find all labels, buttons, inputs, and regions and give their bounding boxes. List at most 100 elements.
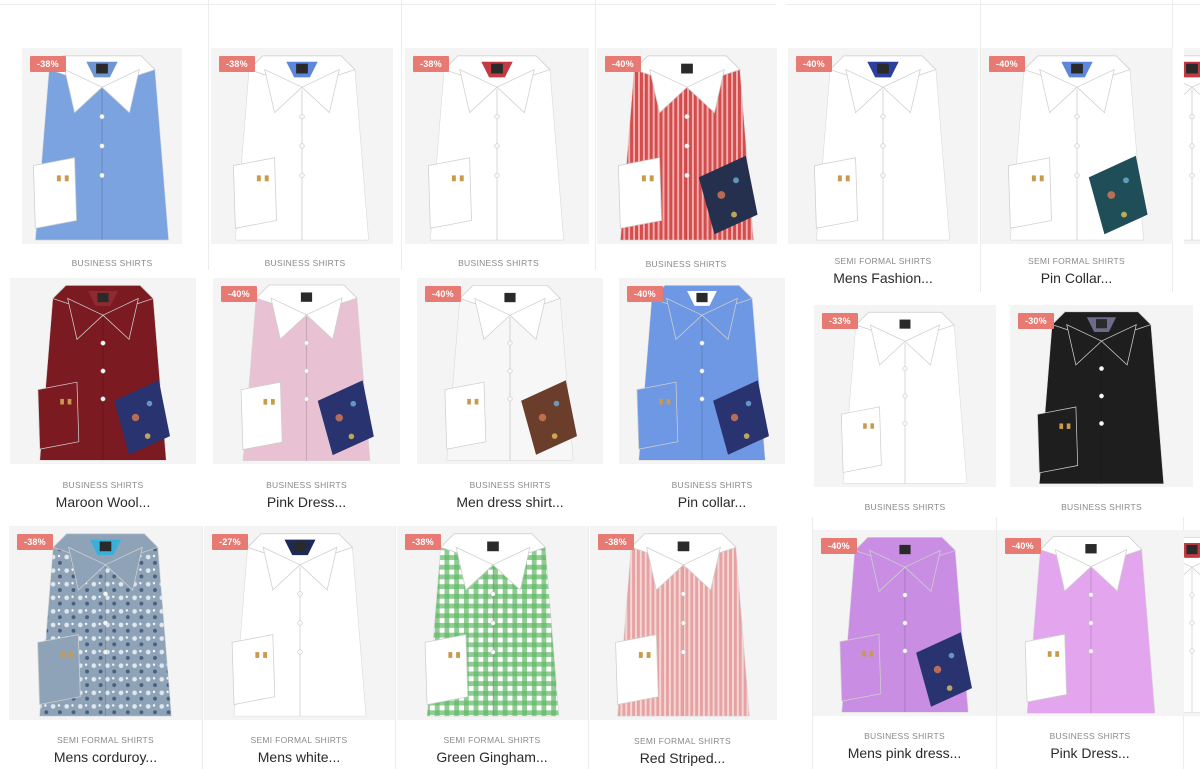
product-image[interactable]: -40% [619, 278, 785, 464]
product-category[interactable]: SEMI FORMAL SHIRTS [786, 256, 980, 266]
product-image[interactable]: -40% [213, 278, 400, 464]
product-category[interactable]: BUSINESS SHIRTS [213, 480, 400, 490]
shirt-illustration [37, 533, 172, 717]
discount-badge: -33% [822, 313, 858, 329]
product-card[interactable]: -38% SEMI FORMAL SHIRTS Red Striped... [588, 526, 777, 769]
product-category[interactable]: BUSINESS SHIRTS [813, 731, 996, 741]
product-category[interactable]: BUSINESS SHIRTS [209, 258, 401, 268]
shirt-illustration [32, 55, 169, 241]
product-image[interactable]: -27% [204, 526, 396, 720]
product-category[interactable]: BUSINESS SHIRTS [402, 258, 595, 268]
product-image[interactable]: -40% [597, 48, 777, 244]
product-card[interactable]: BUSINESS SHIRTS Maroon Wool... [10, 278, 196, 514]
product-category[interactable]: SEMI FORMAL SHIRTS [396, 735, 588, 745]
product-name[interactable]: Mens white... [203, 749, 395, 765]
product-card[interactable]: -40% BUSINESS SHIRTS Mens pink dress... [812, 517, 997, 769]
product-category[interactable]: BUSINESS SHIRTS [814, 502, 996, 512]
shirt-illustration [240, 284, 374, 462]
product-category[interactable]: SEMI FORMAL SHIRTS [589, 736, 776, 746]
discount-badge: -40% [796, 56, 832, 72]
discount-badge: -40% [821, 538, 857, 554]
product-name[interactable]: Pink Dress... [997, 745, 1183, 761]
product-image[interactable]: -40% [981, 48, 1173, 244]
discount-badge: -40% [1005, 538, 1041, 554]
shirt-illustration [232, 55, 369, 241]
product-image[interactable]: -33% [814, 305, 996, 487]
product-image[interactable]: -38% [211, 48, 393, 244]
shirt-illustration [839, 537, 972, 713]
product-card[interactable]: -38% BUSINESS SHIRTS [208, 0, 401, 270]
product-image[interactable]: -38% [9, 526, 202, 720]
discount-badge: -40% [221, 286, 257, 302]
product-card[interactable]: -30% BUSINESS SHIRTS [1010, 305, 1193, 515]
product-image[interactable]: -38% [397, 526, 589, 720]
product-name[interactable]: Maroon Wool... [10, 494, 196, 510]
product-image[interactable]: -30% [1010, 305, 1193, 487]
product-name[interactable]: Green Gingham... [396, 749, 588, 765]
product-image[interactable]: -40% [417, 278, 603, 464]
discount-badge: -40% [425, 286, 461, 302]
shirt-illustration [1184, 537, 1200, 713]
product-image[interactable]: -40% [813, 530, 997, 716]
product-card[interactable]: -38% BUSINESS SHIRTS [401, 0, 595, 270]
shirt-illustration [1007, 55, 1148, 241]
shirt-illustration [1024, 536, 1156, 714]
discount-badge: -38% [598, 534, 634, 550]
product-card[interactable]: -33% BUSINESS SHIRTS [814, 305, 996, 515]
discount-badge: -38% [17, 534, 53, 550]
product-card[interactable]: -38% SEMI FORMAL SHIRTS Mens corduroy... [9, 526, 202, 769]
product-card[interactable]: -27% SEMI FORMAL SHIRTS Mens white... [202, 526, 396, 769]
shirt-illustration [1184, 55, 1200, 241]
product-category[interactable]: BUSINESS SHIRTS [1010, 502, 1193, 512]
product-category[interactable]: BUSINESS SHIRTS [997, 731, 1183, 741]
product-card[interactable]: -40% SEMI FORMAL SHIRTS Pin Collar... [980, 0, 1173, 292]
product-name[interactable]: Men dress shirt... [417, 494, 603, 510]
discount-badge: -27% [212, 534, 248, 550]
shirt-illustration [427, 55, 564, 241]
product-card[interactable] [1184, 530, 1200, 716]
product-image[interactable] [1184, 530, 1200, 716]
product-card[interactable]: -40% BUSINESS SHIRTS Pink Dress... [996, 517, 1185, 769]
product-category[interactable]: SEMI FORMAL SHIRTS [203, 735, 395, 745]
product-card[interactable]: -38% BUSINESS SHIRTS [16, 0, 208, 270]
discount-badge: -40% [989, 56, 1025, 72]
shirt-illustration [636, 285, 769, 461]
shirt-illustration [615, 533, 750, 717]
shirt-illustration [617, 55, 758, 241]
product-category[interactable]: BUSINESS SHIRTS [596, 259, 776, 269]
product-name[interactable]: Mens corduroy... [9, 749, 202, 765]
product-name[interactable]: Mens Fashion... [786, 270, 980, 286]
product-image[interactable]: -38% [22, 48, 182, 244]
product-card[interactable] [1184, 48, 1200, 244]
product-image[interactable] [10, 278, 196, 464]
discount-badge: -38% [219, 56, 255, 72]
product-image[interactable]: -40% [788, 48, 978, 244]
shirt-illustration [444, 285, 577, 461]
product-category[interactable]: SEMI FORMAL SHIRTS [9, 735, 202, 745]
product-image[interactable]: -40% [997, 530, 1185, 716]
product-name[interactable]: Pin collar... [619, 494, 805, 510]
product-category[interactable]: BUSINESS SHIRTS [16, 258, 208, 268]
product-name[interactable]: Red Striped... [589, 750, 776, 766]
shirt-illustration [840, 311, 968, 484]
product-category[interactable]: SEMI FORMAL SHIRTS [981, 256, 1172, 266]
product-card[interactable]: -40% BUSINESS SHIRTS Pink Dress... [213, 278, 400, 514]
product-name[interactable]: Pin Collar... [981, 270, 1172, 286]
shirt-illustration [424, 533, 560, 717]
discount-badge: -38% [30, 56, 66, 72]
product-image[interactable] [1184, 48, 1200, 244]
shirt-illustration [813, 55, 950, 241]
product-category[interactable]: BUSINESS SHIRTS [10, 480, 196, 490]
product-card[interactable]: -38% SEMI FORMAL SHIRTS Green Gingham... [395, 526, 589, 769]
product-category[interactable]: BUSINESS SHIRTS [619, 480, 805, 490]
product-name[interactable]: Pink Dress... [213, 494, 400, 510]
product-card[interactable]: -40% SEMI FORMAL SHIRTS Mens Fashion... [786, 0, 980, 292]
product-name[interactable]: Mens pink dress... [813, 745, 996, 761]
product-card[interactable]: -40% BUSINESS SHIRTS Men dress shirt... [417, 278, 603, 514]
product-card[interactable]: -40% BUSINESS SHIRTS Pin collar... [619, 278, 805, 514]
product-image[interactable]: -38% [405, 48, 589, 244]
product-category[interactable]: BUSINESS SHIRTS [417, 480, 603, 490]
product-image[interactable]: -38% [590, 526, 777, 720]
product-card[interactable]: -40% BUSINESS SHIRTS [595, 0, 777, 270]
discount-badge: -38% [413, 56, 449, 72]
